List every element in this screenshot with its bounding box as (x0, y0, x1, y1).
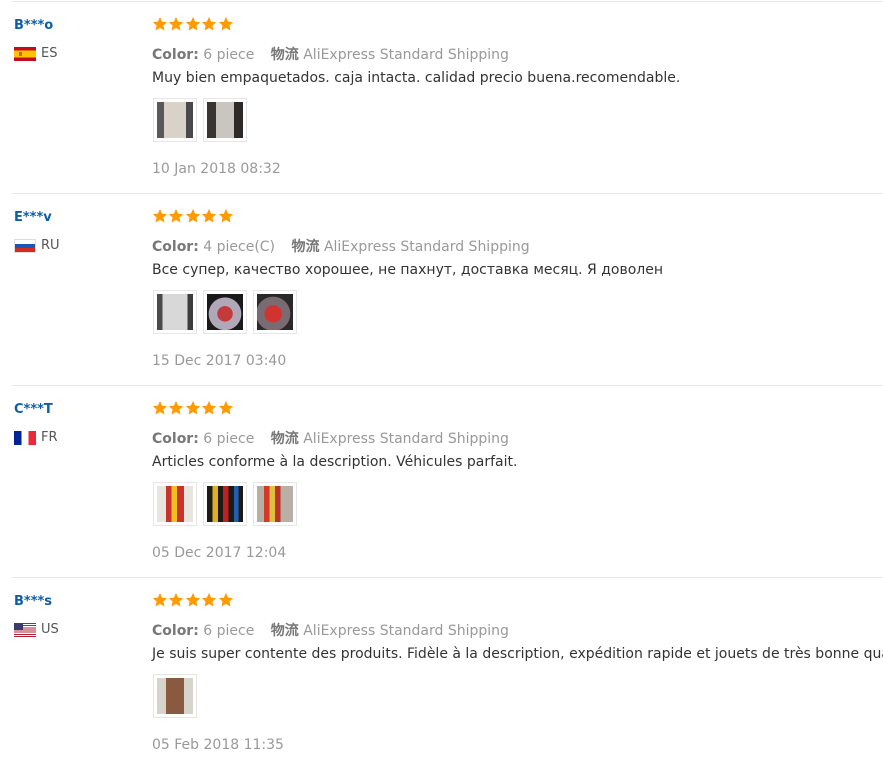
order-info: Color: 6 piece 物流 AliExpress Standard Sh… (152, 428, 509, 448)
reviewer-country: ES (14, 46, 57, 61)
country-code: FR (41, 430, 58, 445)
star-icon (169, 209, 184, 223)
star-icon (202, 593, 217, 607)
photo-image (207, 102, 243, 138)
reviewer-country: US (14, 622, 59, 637)
star-rating (152, 400, 234, 416)
reviewer-name[interactable]: C***T (14, 402, 53, 417)
review-photos (153, 290, 303, 334)
review-photo-thumbnail[interactable] (153, 98, 197, 142)
star-icon (202, 209, 217, 223)
star-icon (202, 17, 217, 31)
shipping-value: AliExpress Standard Shipping (303, 47, 509, 63)
review-date: 05 Dec 2017 12:04 (152, 545, 287, 561)
review-photos (153, 482, 303, 526)
spain-flag-icon (14, 46, 36, 61)
review-photo-thumbnail[interactable] (253, 482, 297, 526)
star-icon (185, 17, 200, 31)
russia-flag-icon (14, 238, 36, 253)
photo-image (207, 294, 243, 330)
review-photo-thumbnail[interactable] (153, 290, 197, 334)
reviewer-country: RU (14, 238, 60, 253)
review-photo-thumbnail[interactable] (153, 482, 197, 526)
review-date: 10 Jan 2018 08:32 (152, 161, 281, 177)
star-rating (152, 208, 234, 224)
country-code: US (41, 622, 59, 637)
photo-image (257, 486, 293, 522)
star-icon (152, 401, 168, 415)
review-item: C***T FR Color: 6 piece 物流 AliExpress St… (12, 386, 883, 578)
star-icon (218, 401, 233, 415)
photo-image (157, 102, 193, 138)
reviewer-name[interactable]: B***o (14, 18, 53, 33)
star-rating (152, 592, 234, 608)
review-item: E***v RU Color: 4 piece(C) 物流 AliExpress… (12, 194, 883, 386)
review-text: Articles conforme à la description. Véhi… (152, 454, 518, 470)
review-photo-thumbnail[interactable] (203, 482, 247, 526)
color-value: 6 piece (203, 623, 255, 639)
review-photo-thumbnail[interactable] (253, 290, 297, 334)
review-photo-thumbnail[interactable] (153, 674, 197, 718)
review-text: Все супер, качество хорошее, не пахнут, … (152, 262, 663, 278)
usa-flag-icon (14, 622, 36, 637)
star-icon (185, 401, 200, 415)
reviewer-name[interactable]: E***v (14, 210, 52, 225)
photo-image (257, 294, 293, 330)
review-photos (153, 98, 253, 142)
color-label: Color: (152, 239, 199, 255)
review-date: 05 Feb 2018 11:35 (152, 737, 284, 753)
shipping-value: AliExpress Standard Shipping (303, 623, 509, 639)
order-info: Color: 6 piece 物流 AliExpress Standard Sh… (152, 44, 509, 64)
reviewer-country: FR (14, 430, 58, 445)
review-date: 15 Dec 2017 03:40 (152, 353, 287, 369)
shipping-label: 物流 (270, 431, 299, 447)
color-value: 6 piece (203, 431, 255, 447)
review-item: B***s US Color: 6 piece 物流 AliExpress St… (12, 578, 883, 770)
photo-image (157, 294, 193, 330)
shipping-label: 物流 (270, 623, 299, 639)
country-code: ES (41, 46, 58, 61)
photo-image (157, 486, 193, 522)
color-label: Color: (152, 47, 199, 63)
star-icon (169, 17, 184, 31)
color-value: 6 piece (203, 47, 255, 63)
photo-image (157, 678, 193, 714)
review-text: Muy bien empaquetados. caja intacta. cal… (152, 70, 681, 86)
photo-image (207, 486, 243, 522)
shipping-value: AliExpress Standard Shipping (303, 431, 509, 447)
star-icon (185, 593, 200, 607)
color-label: Color: (152, 623, 199, 639)
color-value: 4 piece(C) (203, 239, 276, 255)
review-photo-thumbnail[interactable] (203, 98, 247, 142)
color-label: Color: (152, 431, 199, 447)
country-code: RU (41, 238, 60, 253)
review-photos (153, 674, 203, 718)
star-icon (218, 593, 233, 607)
star-icon (218, 209, 233, 223)
star-icon (169, 401, 184, 415)
order-info: Color: 4 piece(C) 物流 AliExpress Standard… (152, 236, 530, 256)
review-photo-thumbnail[interactable] (203, 290, 247, 334)
shipping-label: 物流 (291, 239, 320, 255)
france-flag-icon (14, 430, 36, 445)
review-item: B***o ES Color: 6 piece 物流 AliExpress St… (12, 2, 883, 194)
reviewer-name[interactable]: B***s (14, 594, 52, 609)
review-text: Je suis super contente des produits. Fid… (152, 646, 883, 662)
star-icon (169, 593, 184, 607)
shipping-value: AliExpress Standard Shipping (323, 239, 530, 255)
order-info: Color: 6 piece 物流 AliExpress Standard Sh… (152, 620, 509, 640)
shipping-label: 物流 (270, 47, 299, 63)
star-icon (152, 17, 168, 31)
star-icon (152, 593, 168, 607)
star-icon (202, 401, 217, 415)
star-rating (152, 16, 234, 32)
star-icon (218, 17, 233, 31)
star-icon (185, 209, 200, 223)
star-icon (152, 209, 168, 223)
